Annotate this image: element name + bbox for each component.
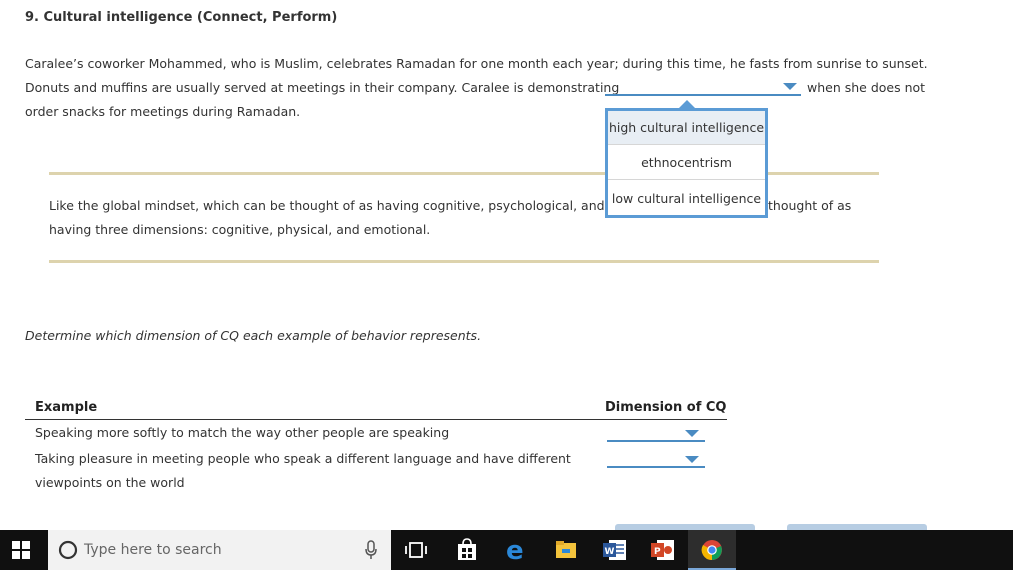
table-header-divider xyxy=(25,419,727,420)
column-header-dimension: Dimension of CQ xyxy=(605,400,727,415)
question-line-2-before: Donuts and muffins are usually served at… xyxy=(25,80,620,95)
question-line-2-after: when she does not xyxy=(807,80,926,95)
search-circle-icon xyxy=(58,540,78,560)
cq-options-popup: high cultural intelligence ethnocentrism… xyxy=(605,108,768,218)
popup-pointer xyxy=(679,100,695,108)
row-example-text-line-2: viewpoints on the world xyxy=(35,475,185,490)
row-example-text: Speaking more softly to match the way ot… xyxy=(35,425,450,440)
svg-text:W: W xyxy=(605,547,615,557)
microphone-icon[interactable] xyxy=(364,540,378,560)
word-icon[interactable]: W xyxy=(603,538,627,562)
row-1-select[interactable] xyxy=(607,426,705,442)
question-title: 9. Cultural intelligence (Connect, Perfo… xyxy=(25,10,338,25)
store-icon[interactable] xyxy=(456,538,478,562)
column-header-example: Example xyxy=(35,400,98,415)
powerpoint-icon[interactable]: P xyxy=(651,538,675,562)
taskbar-search-placeholder: Type here to search xyxy=(84,542,222,558)
option-ethnocentrism[interactable]: ethnocentrism xyxy=(608,146,765,180)
chevron-down-icon[interactable] xyxy=(783,83,797,90)
row-example-text-line-1: Taking pleasure in meeting people who sp… xyxy=(35,451,571,466)
chevron-down-icon[interactable] xyxy=(685,430,699,437)
svg-text:P: P xyxy=(654,547,661,557)
question-line-1: Caralee’s coworker Mohammed, who is Musl… xyxy=(25,56,928,71)
info-line-1-after: thought of as xyxy=(768,198,852,213)
info-line-1-before: Like the global mindset, which can be th… xyxy=(49,198,630,213)
question-line-3: order snacks for meetings during Ramadan… xyxy=(25,104,301,119)
option-low-cultural-intelligence[interactable]: low cultural intelligence xyxy=(608,181,765,215)
instruction-text: Determine which dimension of CQ each exa… xyxy=(25,328,482,343)
info-line-2: having three dimensions: cognitive, phys… xyxy=(49,222,431,237)
select-underline xyxy=(607,466,705,468)
chrome-icon[interactable] xyxy=(701,539,723,561)
info-bottom-rule xyxy=(49,260,879,263)
table-row: Speaking more softly to match the way ot… xyxy=(0,422,730,446)
task-view-icon[interactable] xyxy=(405,540,427,560)
chevron-down-icon[interactable] xyxy=(685,456,699,463)
select-underline xyxy=(605,94,801,96)
select-underline xyxy=(607,440,705,442)
svg-text:e: e xyxy=(506,537,524,563)
file-explorer-icon[interactable] xyxy=(555,540,577,560)
option-high-cultural-intelligence[interactable]: high cultural intelligence xyxy=(608,111,765,145)
cq-select-dropdown[interactable] xyxy=(605,78,801,96)
row-2-select[interactable] xyxy=(607,452,705,468)
edge-icon[interactable]: e xyxy=(505,536,529,566)
windows-start-icon[interactable] xyxy=(12,541,30,559)
table-row: Taking pleasure in meeting people who sp… xyxy=(0,448,730,496)
